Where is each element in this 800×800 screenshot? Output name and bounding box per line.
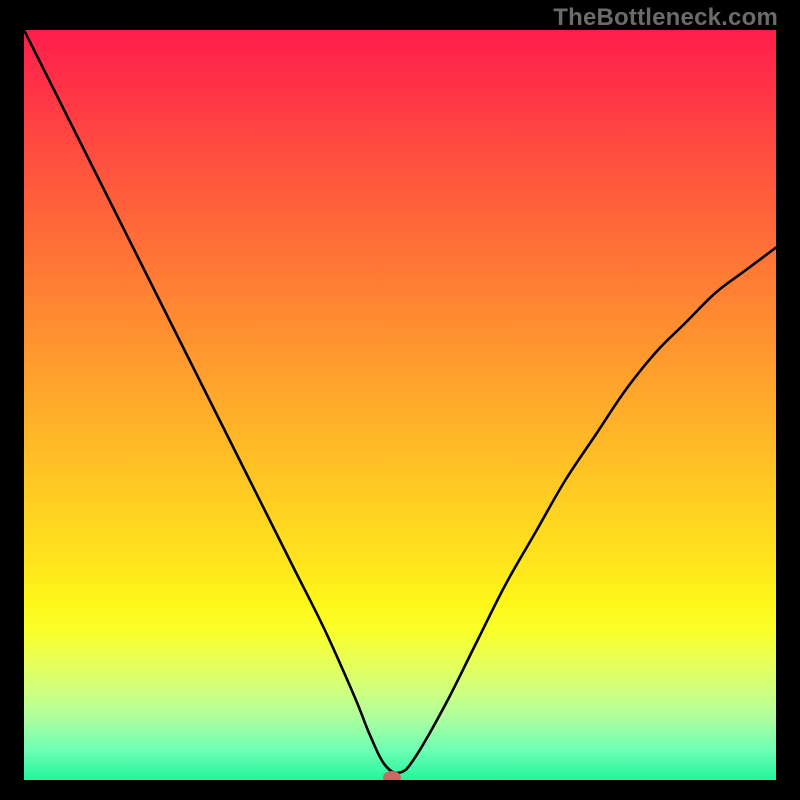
plot-area (24, 30, 776, 780)
curve-path (24, 30, 776, 773)
watermark-text: TheBottleneck.com (553, 4, 778, 32)
chart-frame: TheBottleneck.com (0, 0, 800, 800)
bottleneck-curve (24, 30, 776, 780)
minimum-marker (383, 771, 401, 780)
